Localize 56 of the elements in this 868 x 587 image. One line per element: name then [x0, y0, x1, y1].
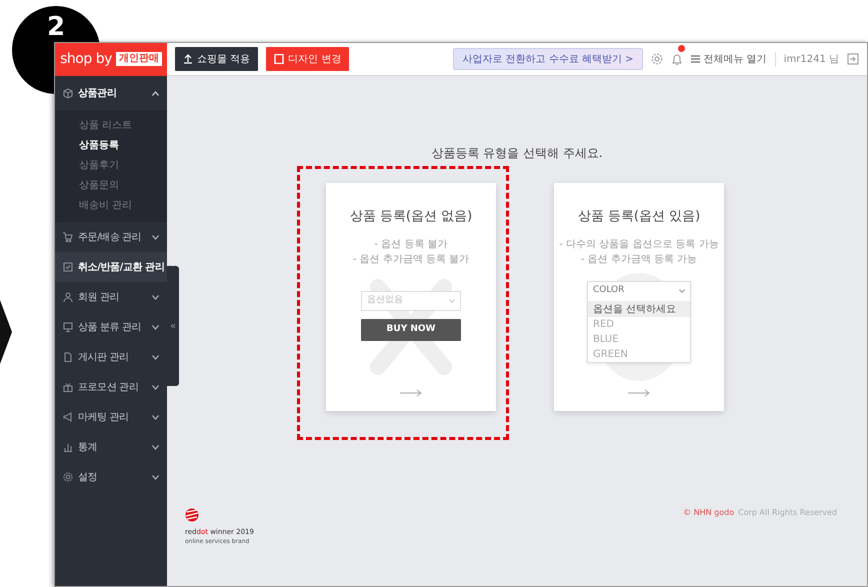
sidebar-item[interactable]: 통계 [55, 432, 167, 462]
card-description: - 옵션 추가금액 등록 가능 [580, 252, 698, 266]
apply-button[interactable]: 쇼핑몰 적용 [175, 47, 258, 71]
sidebar-item[interactable]: 회원 관리 [55, 282, 167, 312]
arrow-icon [400, 388, 422, 396]
logout-icon[interactable] [847, 53, 859, 65]
submenu-item[interactable]: 상품후기 [55, 156, 167, 176]
chevron-arrow-icon [0, 300, 12, 364]
select-field: 옵션없음 [361, 290, 461, 310]
sidebar-item[interactable]: 마케팅 관리 [55, 402, 167, 432]
menu-link[interactable]: 전체메뉴 열기 [690, 52, 767, 66]
card-title: 상품 등록(옵션 없음) [350, 208, 472, 226]
dropdown-option: BLUE [588, 332, 690, 346]
document-icon [63, 352, 73, 362]
buy-now-button: BUY NOW [361, 318, 461, 340]
dropdown-option: 옵션을 선택하세요 [588, 302, 690, 316]
dropdown-option: RED [588, 316, 690, 332]
submenu-item[interactable]: 상품문의 [55, 176, 167, 196]
sidebar-item[interactable]: 주문/배송 관리 [55, 222, 167, 252]
card-title: 상품 등록(옵션 있음) [578, 208, 700, 226]
settings-icon[interactable] [650, 53, 663, 65]
design-change-button[interactable]: 디자인 변경 [266, 47, 350, 71]
sidebar-item[interactable]: 설정 [55, 462, 167, 492]
checklist-icon [63, 262, 73, 272]
card-description: - 옵션 추가금액 등록 불가 [352, 252, 470, 266]
sidebar-item[interactable]: 프로모션 관리 [55, 372, 167, 402]
copyright-text: Corp All Rights Reserved [738, 508, 837, 517]
card-description: - 옵션 등록 불가 [374, 238, 448, 252]
upload-icon [183, 54, 193, 64]
submenu-item[interactable]: 상품등록 [55, 136, 167, 156]
submenu-item[interactable]: 배송비 관리 [55, 196, 167, 216]
option-card[interactable]: 상품 등록(옵션 있음) - 다수의 상품을 옵션으로 등록 가능 - 옵션 추가금액 등록 가능 COLOR 옵션을 선택하세요 RED BLUE GREEN [554, 183, 724, 410]
arrow-icon [628, 388, 650, 396]
promo-button[interactable]: 사업자로 전환하고 수수료 혜택받기 > [453, 48, 643, 70]
award-logo-icon [185, 506, 199, 524]
option-card[interactable]: 상품 등록(옵션 없음) - 옵션 등록 불가 - 옵션 추가금액 등록 불가 옵션없음 BUY NOW [326, 183, 496, 410]
page-heading: 상품등록 유형을 선택해 주세요. [431, 145, 603, 162]
user-menu[interactable]: imr1241 님 [774, 52, 839, 66]
copyright-brand: © NHN godo [683, 508, 734, 517]
monitor-icon [63, 322, 73, 332]
gear-icon [63, 472, 73, 482]
logo-badge: 개인판매 [116, 52, 162, 66]
cart-icon [63, 232, 73, 242]
megaphone-icon [63, 412, 73, 422]
sidebar-item[interactable]: 게시판 관리 [55, 342, 167, 372]
box-icon [63, 88, 73, 98]
collapse-tab[interactable]: « [167, 266, 179, 386]
sidebar-item[interactable]: 상품 분류 관리 [55, 312, 167, 342]
card-description: - 다수의 상품을 옵션으로 등록 가능 [559, 238, 719, 252]
gift-icon [63, 382, 73, 392]
menu-icon [690, 55, 700, 63]
select-value: COLOR [593, 284, 624, 298]
dropdown-option: GREEN [588, 346, 690, 362]
bar-chart-icon [63, 442, 73, 452]
submenu-item[interactable]: 상품 리스트 [55, 116, 167, 136]
person-icon [63, 292, 73, 302]
